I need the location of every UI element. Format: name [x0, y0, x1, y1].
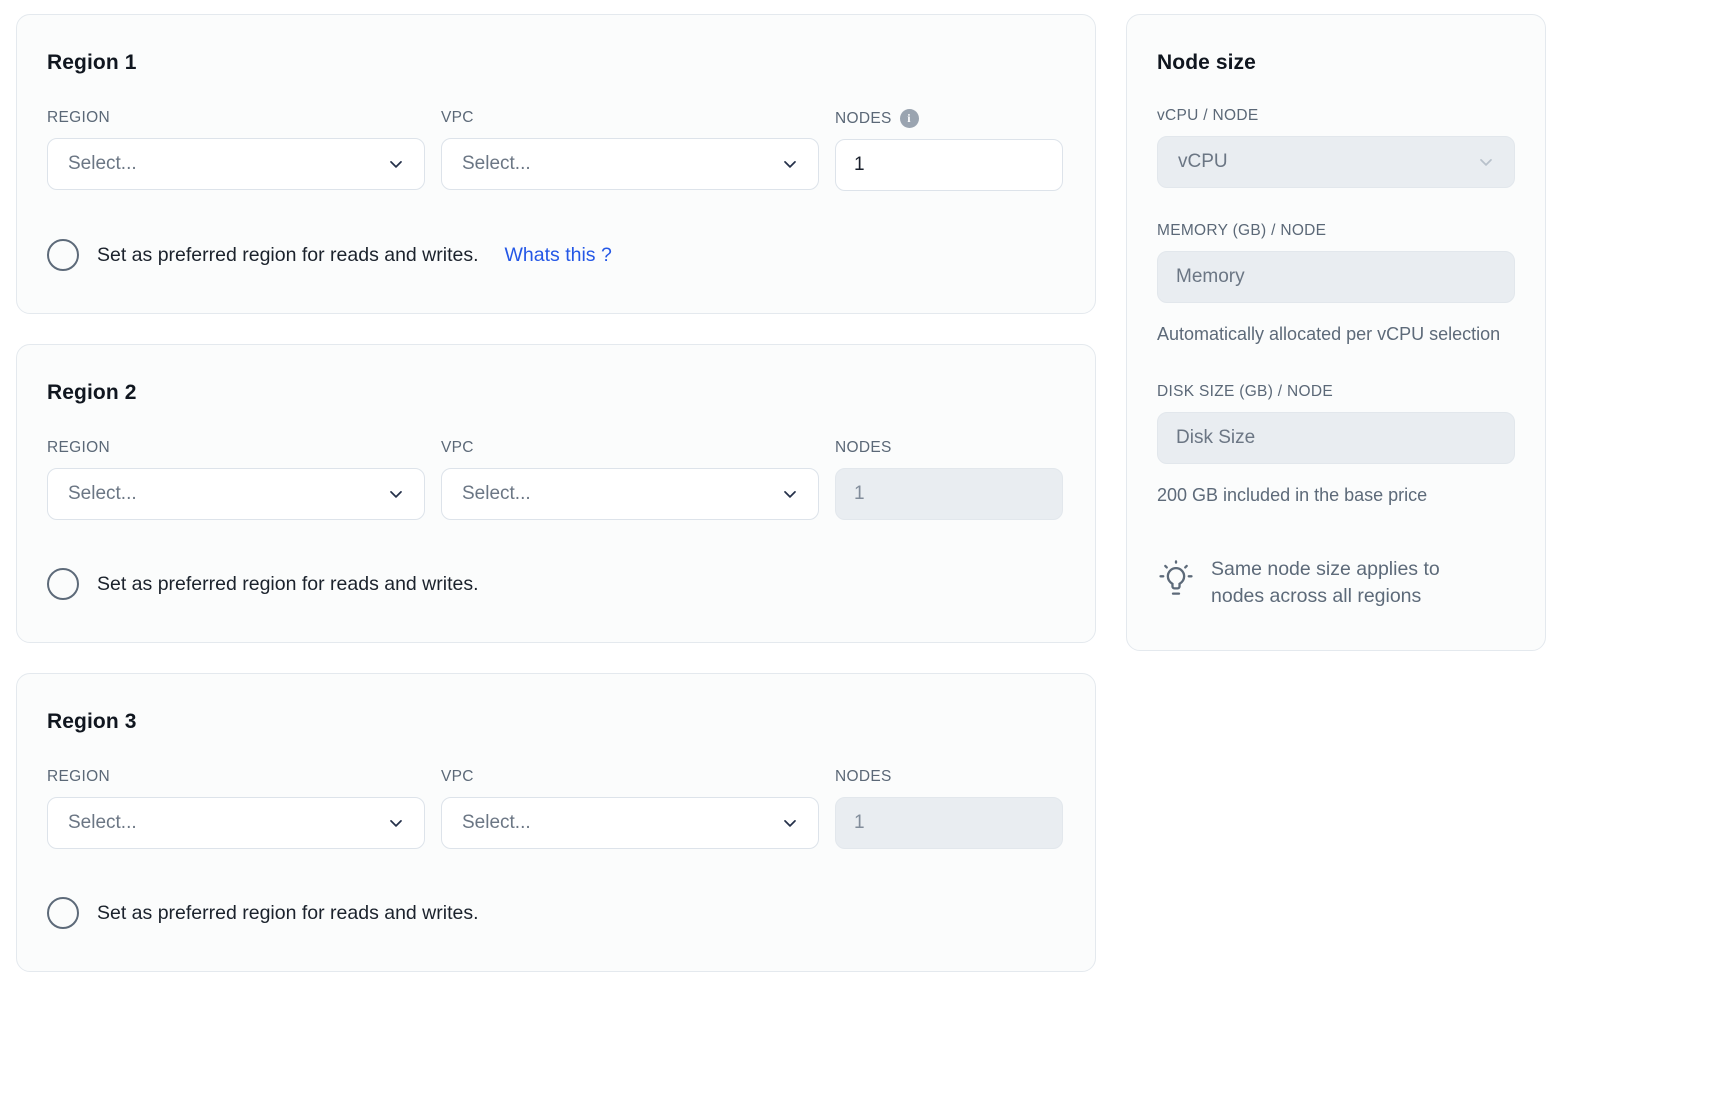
preferred-region-radio[interactable]: [47, 897, 79, 929]
nodes-label-row: NODES i: [835, 109, 1063, 128]
nodes-label: NODES: [835, 439, 1063, 457]
region-2-card: Region 2 REGION Select... VPC Select...: [16, 344, 1096, 643]
node-size-note: Same node size applies to nodes across a…: [1157, 556, 1515, 610]
chevron-down-icon: [386, 484, 406, 504]
nodes-input-disabled: [835, 797, 1063, 849]
chevron-down-icon: [386, 813, 406, 833]
region-label: REGION: [47, 439, 425, 457]
region-2-region-field: REGION Select...: [47, 439, 425, 520]
disk-input: [1157, 412, 1515, 464]
region-select[interactable]: Select...: [47, 138, 425, 190]
region-2-nodes-field: NODES: [835, 439, 1063, 520]
region-2-vpc-field: VPC Select...: [441, 439, 819, 520]
region-label: REGION: [47, 768, 425, 786]
region-select-placeholder: Select...: [68, 812, 137, 834]
region-3-nodes-field: NODES: [835, 768, 1063, 849]
disk-helper-text: 200 GB included in the base price: [1157, 482, 1515, 510]
regions-column: Region 1 REGION Select... VPC Select...: [16, 14, 1096, 972]
vpc-label: VPC: [441, 439, 819, 457]
disk-label: DISK SIZE (GB) / NODE: [1157, 383, 1515, 401]
region-2-fields: REGION Select... VPC Select... NODES: [47, 439, 1065, 520]
region-1-card: Region 1 REGION Select... VPC Select...: [16, 14, 1096, 314]
node-size-note-text: Same node size applies to nodes across a…: [1211, 556, 1481, 610]
vcpu-label: vCPU / NODE: [1157, 107, 1515, 125]
vpc-select-placeholder: Select...: [462, 153, 531, 175]
info-icon[interactable]: i: [900, 109, 919, 128]
region-2-preferred-row: Set as preferred region for reads and wr…: [47, 568, 1065, 600]
nodes-label: NODES: [835, 768, 1063, 786]
region-3-vpc-field: VPC Select...: [441, 768, 819, 849]
nodes-input[interactable]: [835, 139, 1063, 191]
chevron-down-icon: [780, 154, 800, 174]
region-3-title: Region 3: [47, 710, 1065, 734]
vpc-label: VPC: [441, 109, 819, 127]
lightbulb-icon: [1157, 558, 1195, 600]
region-2-title: Region 2: [47, 381, 1065, 405]
memory-label: MEMORY (GB) / NODE: [1157, 222, 1515, 240]
region-3-preferred-row: Set as preferred region for reads and wr…: [47, 897, 1065, 929]
whats-this-link[interactable]: Whats this ?: [505, 244, 612, 267]
region-1-vpc-field: VPC Select...: [441, 109, 819, 191]
vpc-select-placeholder: Select...: [462, 812, 531, 834]
memory-section: MEMORY (GB) / NODE Automatically allocat…: [1157, 222, 1515, 349]
memory-input: [1157, 251, 1515, 303]
region-select-placeholder: Select...: [68, 153, 137, 175]
region-select[interactable]: Select...: [47, 797, 425, 849]
disk-section: DISK SIZE (GB) / NODE 200 GB included in…: [1157, 383, 1515, 510]
preferred-region-radio[interactable]: [47, 239, 79, 271]
node-size-title: Node size: [1157, 51, 1515, 75]
preferred-region-label: Set as preferred region for reads and wr…: [97, 244, 479, 267]
region-3-region-field: REGION Select...: [47, 768, 425, 849]
region-select-placeholder: Select...: [68, 483, 137, 505]
nodes-label: NODES: [835, 110, 892, 128]
region-label: REGION: [47, 109, 425, 127]
chevron-down-icon: [780, 484, 800, 504]
vcpu-select[interactable]: vCPU: [1157, 136, 1515, 188]
cluster-config-page: Region 1 REGION Select... VPC Select...: [0, 0, 1736, 986]
vcpu-select-placeholder: vCPU: [1178, 151, 1228, 173]
vpc-label: VPC: [441, 768, 819, 786]
region-1-fields: REGION Select... VPC Select... NODES: [47, 109, 1065, 191]
nodes-input-disabled: [835, 468, 1063, 520]
chevron-down-icon: [1476, 152, 1496, 172]
region-select[interactable]: Select...: [47, 468, 425, 520]
region-1-preferred-row: Set as preferred region for reads and wr…: [47, 239, 1065, 271]
vpc-select-placeholder: Select...: [462, 483, 531, 505]
region-1-nodes-field: NODES i: [835, 109, 1063, 191]
preferred-region-label: Set as preferred region for reads and wr…: [97, 573, 479, 596]
memory-helper-text: Automatically allocated per vCPU selecti…: [1157, 321, 1515, 349]
chevron-down-icon: [780, 813, 800, 833]
chevron-down-icon: [386, 154, 406, 174]
region-3-card: Region 3 REGION Select... VPC Select...: [16, 673, 1096, 972]
region-1-region-field: REGION Select...: [47, 109, 425, 191]
preferred-region-label: Set as preferred region for reads and wr…: [97, 902, 479, 925]
region-1-title: Region 1: [47, 51, 1065, 75]
vpc-select[interactable]: Select...: [441, 468, 819, 520]
region-3-fields: REGION Select... VPC Select... NODES: [47, 768, 1065, 849]
vpc-select[interactable]: Select...: [441, 797, 819, 849]
vpc-select[interactable]: Select...: [441, 138, 819, 190]
vcpu-section: vCPU / NODE vCPU: [1157, 107, 1515, 188]
preferred-region-radio[interactable]: [47, 568, 79, 600]
node-size-card: Node size vCPU / NODE vCPU MEMORY (GB) /…: [1126, 14, 1546, 651]
